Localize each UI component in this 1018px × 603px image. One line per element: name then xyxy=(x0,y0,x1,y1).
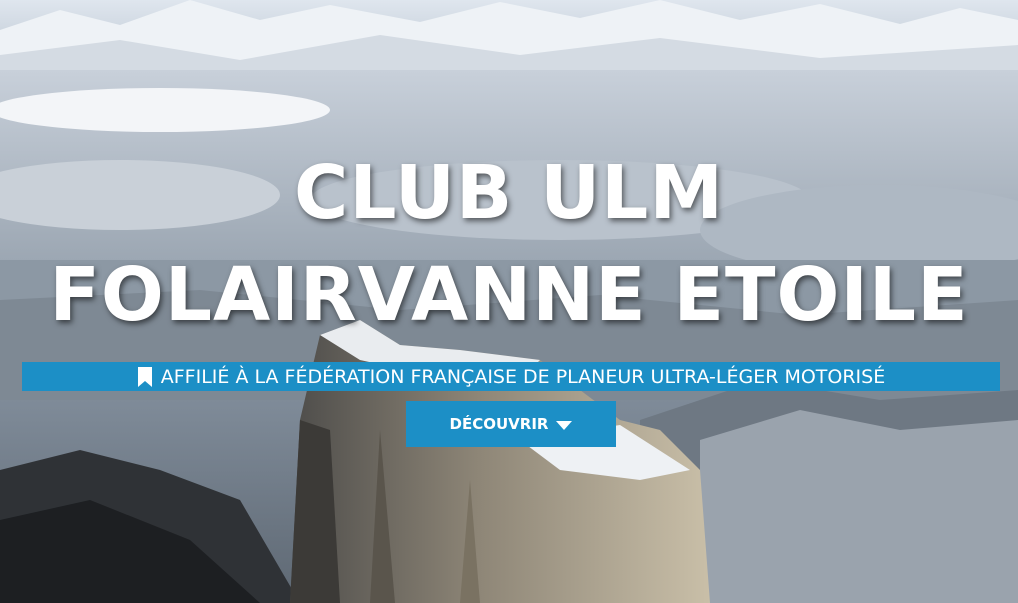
club-title-line2: FOLAIRVANNE ETOILE xyxy=(49,252,969,338)
discover-button-label: DÉCOUVRIR xyxy=(449,415,549,433)
bookmark-icon xyxy=(137,366,152,387)
hero-banner: CLUB ULM FOLAIRVANNE ETOILE AFFILIÉ À LA… xyxy=(0,0,1018,603)
club-title-line1: CLUB ULM xyxy=(294,150,724,236)
caret-down-icon xyxy=(556,420,573,430)
affiliation-banner: AFFILIÉ À LA FÉDÉRATION FRANÇAISE DE PLA… xyxy=(22,362,1000,391)
affiliation-text: AFFILIÉ À LA FÉDÉRATION FRANÇAISE DE PLA… xyxy=(160,365,886,388)
discover-button[interactable]: DÉCOUVRIR xyxy=(406,401,616,447)
